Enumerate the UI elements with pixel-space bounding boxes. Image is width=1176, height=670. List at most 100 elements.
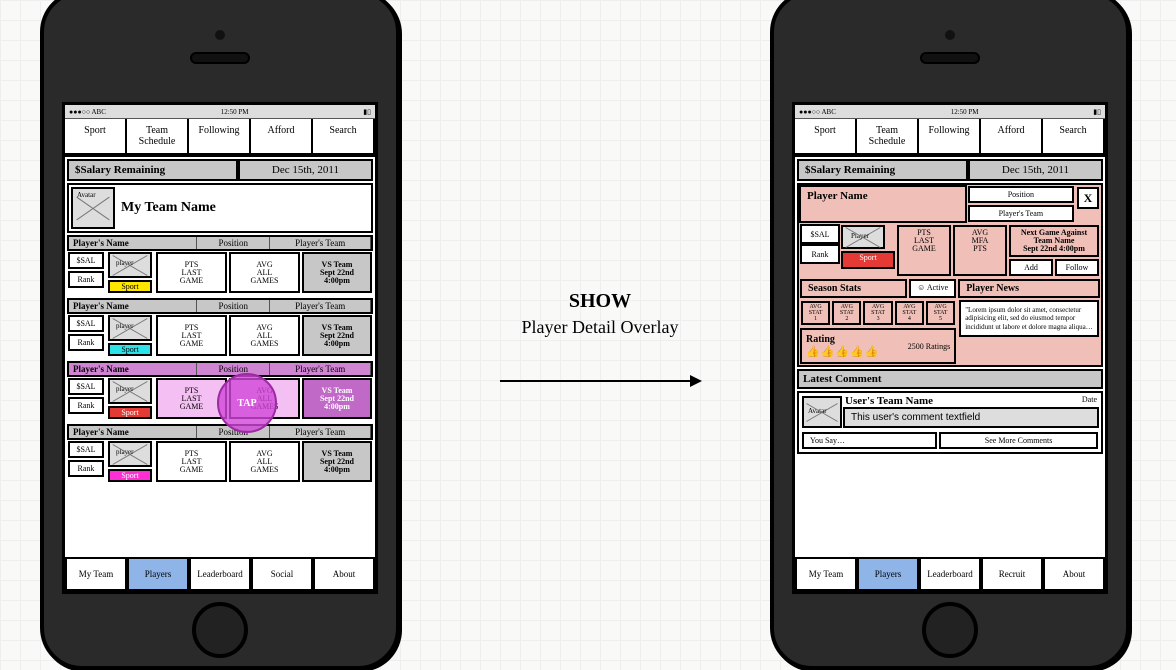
my-team-box: Avatar My Team Name bbox=[67, 183, 373, 233]
screen-right: ●●●○○ ABC 12:50 PM ▮▯ Sport Team Schedul… bbox=[792, 102, 1108, 594]
salary-remaining: $Salary Remaining bbox=[67, 159, 238, 181]
top-nav: Sport Team Schedule Following Afford Sea… bbox=[65, 119, 375, 157]
avg-metric: AVG ALL GAMES bbox=[229, 441, 300, 482]
nav-social[interactable]: Social bbox=[251, 557, 313, 591]
nav-players[interactable]: Players bbox=[127, 557, 189, 591]
phone-right: ●●●○○ ABC 12:50 PM ▮▯ Sport Team Schedul… bbox=[770, 0, 1130, 670]
nav-about[interactable]: About bbox=[1043, 557, 1105, 591]
nav-about[interactable]: About bbox=[313, 557, 375, 591]
tab-following[interactable]: Following bbox=[189, 119, 251, 155]
player-row[interactable]: Player's Name Position Player's Team $SA… bbox=[67, 361, 373, 420]
sal-badge: $SAL bbox=[800, 224, 840, 244]
tab-afford[interactable]: Afford bbox=[981, 119, 1043, 155]
nav-leaderboard[interactable]: Leaderboard bbox=[919, 557, 981, 591]
close-button[interactable]: X bbox=[1077, 187, 1099, 209]
sport-tag: Sport bbox=[108, 406, 152, 419]
stat-pill: AVGSTAT3 bbox=[863, 301, 892, 325]
nav-recruit[interactable]: Recruit bbox=[981, 557, 1043, 591]
tab-sport[interactable]: Sport bbox=[65, 119, 127, 155]
clock-label: 12:50 PM bbox=[221, 108, 249, 116]
nav-my-team[interactable]: My Team bbox=[795, 557, 857, 591]
player-name: Player Name bbox=[799, 185, 967, 223]
player-avatar: player bbox=[108, 441, 152, 467]
player-avatar: player bbox=[108, 315, 152, 341]
tab-search[interactable]: Search bbox=[313, 119, 375, 155]
pts-metric: PTS LAST GAME bbox=[156, 315, 227, 356]
position-pill: Position bbox=[968, 186, 1074, 203]
avg-metric: AVG ALL GAMES bbox=[229, 315, 300, 356]
commenter-avatar: Avatar bbox=[802, 396, 842, 428]
tab-following[interactable]: Following bbox=[919, 119, 981, 155]
anno-title: SHOW bbox=[460, 290, 740, 313]
status-bar: ●●●○○ ABC 12:50 PM ▮▯ bbox=[795, 105, 1105, 119]
date-label: Dec 15th, 2011 bbox=[968, 159, 1103, 181]
sensor-dot bbox=[215, 30, 225, 40]
status-bar: ●●●○○ ABC 12:50 PM ▮▯ bbox=[65, 105, 375, 119]
rank-badge: Rank bbox=[68, 397, 104, 414]
sal-badge: $SAL bbox=[68, 378, 104, 395]
next-game: Next Game Against Team Name Sept 22nd 4:… bbox=[1009, 225, 1099, 257]
avg-metric: AVG ALL GAMES bbox=[229, 252, 300, 293]
player-row[interactable]: Player's Name Position Player's Team $SA… bbox=[67, 424, 373, 483]
nav-leaderboard[interactable]: Leaderboard bbox=[189, 557, 251, 591]
latest-comment-title: Latest Comment bbox=[797, 369, 1103, 389]
stat-pill: AVGSTAT1 bbox=[801, 301, 830, 325]
team-header: Player's Team bbox=[270, 300, 371, 312]
tab-sport[interactable]: Sport bbox=[795, 119, 857, 155]
home-button[interactable] bbox=[192, 602, 248, 658]
sport-tag: Sport bbox=[108, 343, 152, 356]
add-button[interactable]: Add bbox=[1009, 259, 1053, 276]
thumbs-icons: 👍👍👍👍👍 bbox=[806, 345, 880, 358]
salary-remaining: $Salary Remaining bbox=[797, 159, 968, 181]
vs-team: VS Team Sept 22nd 4:00pm bbox=[302, 252, 372, 293]
tab-team-schedule[interactable]: Team Schedule bbox=[127, 119, 189, 155]
you-say-input[interactable]: You Say… bbox=[802, 432, 937, 449]
carrier-label: ●●●○○ ABC bbox=[69, 108, 106, 116]
nav-players[interactable]: Players bbox=[857, 557, 919, 591]
vs-team: VS Team Sept 22nd 4:00pm bbox=[302, 378, 372, 419]
follow-button[interactable]: Follow bbox=[1055, 259, 1099, 276]
active-badge: ☺ Active bbox=[909, 279, 956, 298]
tab-search[interactable]: Search bbox=[1043, 119, 1105, 155]
commenter-team: User's Team Name bbox=[845, 395, 933, 407]
team-name: My Team Name bbox=[117, 185, 371, 231]
carrier-label: ●●●○○ ABC bbox=[799, 108, 836, 116]
team-header: Player's Team bbox=[270, 426, 371, 438]
tab-team-schedule[interactable]: Team Schedule bbox=[857, 119, 919, 155]
tap-indicator: TAP bbox=[217, 373, 277, 433]
pts-metric: PTS LAST GAME bbox=[897, 225, 951, 276]
speaker bbox=[920, 52, 980, 64]
sport-tag: Sport bbox=[108, 280, 152, 293]
position-header: Position bbox=[197, 300, 270, 312]
player-news-title: Player News bbox=[958, 279, 1100, 298]
team-header: Player's Team bbox=[270, 237, 371, 249]
vs-team: VS Team Sept 22nd 4:00pm bbox=[302, 315, 372, 356]
vs-team: VS Team Sept 22nd 4:00pm bbox=[302, 441, 372, 482]
player-row[interactable]: Player's Name Position Player's Team $SA… bbox=[67, 298, 373, 357]
tab-afford[interactable]: Afford bbox=[251, 119, 313, 155]
avg-metric: AVG MFA PTS bbox=[953, 225, 1007, 276]
position-header: Position bbox=[197, 363, 270, 375]
phone-left: ●●●○○ ABC 12:50 PM ▮▯ Sport Team Schedul… bbox=[40, 0, 400, 670]
player-avatar: player bbox=[108, 252, 152, 278]
screen-left: ●●●○○ ABC 12:50 PM ▮▯ Sport Team Schedul… bbox=[62, 102, 378, 594]
player-team-pill: Player's Team bbox=[968, 205, 1074, 222]
bottom-nav: My Team Players Leaderboard Recruit Abou… bbox=[795, 557, 1105, 591]
position-header: Position bbox=[197, 237, 270, 249]
sal-badge: $SAL bbox=[68, 315, 104, 332]
anno-subtitle: Player Detail Overlay bbox=[460, 317, 740, 338]
player-name-header: Player's Name bbox=[69, 237, 197, 249]
sport-tag: Sport bbox=[841, 251, 895, 269]
season-stats-title: Season Stats bbox=[800, 279, 907, 298]
comment-text bbox=[843, 407, 1099, 428]
see-more-comments[interactable]: See More Comments bbox=[939, 432, 1098, 449]
comment-date: Date bbox=[1082, 395, 1097, 407]
player-row[interactable]: Player's Name Position Player's Team $SA… bbox=[67, 235, 373, 294]
player-news-body: "Lorem ipsum dolor sit amet, consectetur… bbox=[959, 300, 1099, 337]
rating-count: 2500 Ratings bbox=[908, 342, 950, 351]
sal-badge: $SAL bbox=[68, 441, 104, 458]
pts-metric: PTS LAST GAME bbox=[156, 441, 227, 482]
clock-label: 12:50 PM bbox=[951, 108, 979, 116]
nav-my-team[interactable]: My Team bbox=[65, 557, 127, 591]
home-button[interactable] bbox=[922, 602, 978, 658]
